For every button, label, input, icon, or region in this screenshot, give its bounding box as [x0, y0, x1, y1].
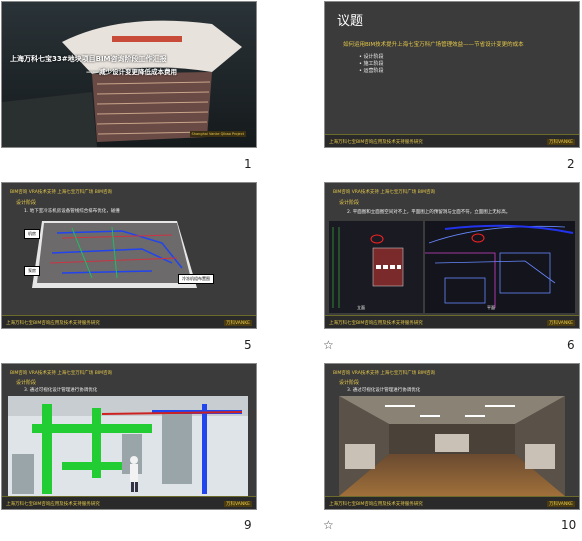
slide-number-5: 5: [244, 338, 252, 352]
slide-thumbnail-5[interactable]: BIM咨询 VRA技术支持 上海七宝万科广场 BIM咨询 设计阶段 1. 地下室…: [2, 183, 256, 328]
callout-box: 泵房: [24, 266, 40, 276]
bullet-item: • 施工阶段: [359, 61, 384, 67]
slide-thumbnail-10[interactable]: BIM咨询 VRA技术支持 上海七宝万科广场 BIM咨询 设计阶段 3. 通过可…: [325, 364, 579, 509]
slide-number-2: 2: [567, 157, 575, 171]
footer-logo: 万科VANKE: [223, 501, 252, 507]
footer-text: 上海万科七宝BIM咨询应用及技术支持服务研究: [329, 321, 423, 326]
pipe-room-render-image: [8, 396, 248, 496]
slide-footer: 上海万科七宝BIM咨询应用及技术支持服务研究 万科VANKE: [2, 315, 256, 328]
mep-model-image: [32, 221, 197, 288]
footer-text: 上海万科七宝BIM咨询应用及技术支持服务研究: [6, 321, 100, 326]
slide-footer: 上海万科七宝BIM咨询应用及技术支持服务研究 万科VANKE: [325, 496, 579, 509]
slide-footer: 上海万科七宝BIM咨询应用及技术支持服务研究 万科VANKE: [2, 496, 256, 509]
slide-2-heading: 议题: [337, 14, 364, 29]
footer-text: 上海万科七宝BIM咨询应用及技术支持服务研究: [329, 140, 423, 145]
slide-1-logo: Shanghai Vanke Qibao Project: [189, 131, 246, 137]
drawing-label-left: 立面: [357, 305, 365, 310]
slide-number-6: 6: [567, 338, 575, 352]
slide-1-title: 上海万科七宝33#地块项目BIM咨询阶段工作汇报: [10, 55, 167, 63]
slide-footer: 上海万科七宝BIM咨询应用及技术支持服务研究 万科VANKE: [325, 134, 579, 147]
slide-number-1: 1: [244, 157, 252, 171]
slide-thumbnail-2[interactable]: 议题 如何运用BIM技术提升上海七宝万科广场管理效益——节省设计变更的成本 • …: [325, 2, 579, 147]
bullet-item: • 设计阶段: [359, 54, 384, 60]
slide-footer: 上海万科七宝BIM咨询应用及技术支持服务研究 万科VANKE: [325, 315, 579, 328]
slide-2-bullets: • 设计阶段 • 施工阶段 • 运营阶段: [359, 54, 384, 75]
footer-logo: 万科VANKE: [546, 139, 575, 145]
footer-logo: 万科VANKE: [223, 320, 252, 326]
slide-2-subtitle: 如何运用BIM技术提升上海七宝万科广场管理效益——节省设计变更的成本: [343, 42, 524, 48]
corridor-render-image: [339, 396, 565, 496]
transition-star-icon[interactable]: ☆: [323, 338, 334, 352]
footer-text: 上海万科七宝BIM咨询应用及技术支持服务研究: [6, 502, 100, 507]
slide-thumbnail-9[interactable]: BIM咨询 VRA技术支持 上海七宝万科广场 BIM咨询 设计阶段 3. 通过可…: [2, 364, 256, 509]
slide-number-10: 10: [561, 518, 577, 532]
footer-logo: 万科VANKE: [546, 320, 575, 326]
bullet-item: • 运营阶段: [359, 68, 384, 74]
callout-box: 冷冻机组布置图: [178, 274, 214, 284]
drawing-label-right: 平面: [487, 305, 495, 310]
slide-thumbnail-1[interactable]: 上海万科七宝33#地块项目BIM咨询阶段工作汇报 ——减少设计变更降低成本费用 …: [2, 2, 256, 147]
footer-logo: 万科VANKE: [546, 501, 575, 507]
callout-box: 机房: [24, 229, 40, 239]
slide-thumbnail-6[interactable]: BIM咨询 VRA技术支持 上海七宝万科广场 BIM咨询 设计阶段 2. 平面图…: [325, 183, 579, 328]
slide-number-9: 9: [244, 518, 252, 532]
transition-star-icon[interactable]: ☆: [323, 518, 334, 532]
slide-1-subtitle: ——减少设计变更降低成本费用: [86, 68, 177, 76]
footer-text: 上海万科七宝BIM咨询应用及技术支持服务研究: [329, 502, 423, 507]
